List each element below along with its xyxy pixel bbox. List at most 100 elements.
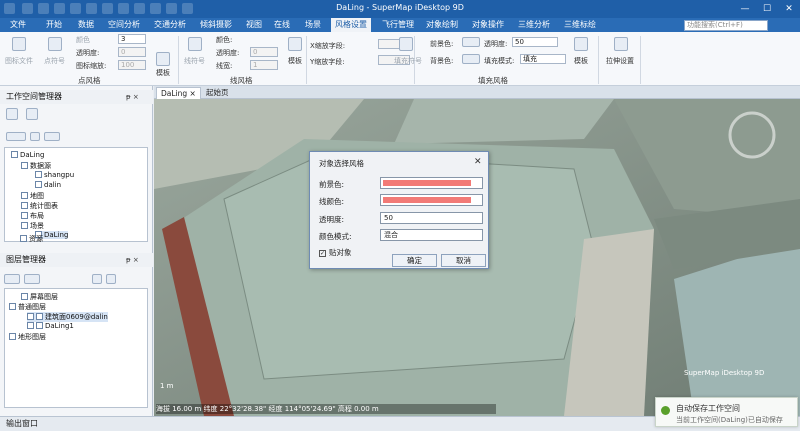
chart-icon (21, 202, 28, 209)
autosave-notification[interactable]: 自动保存工作空间 当前工作空间(DaLing)已自动保存 (655, 397, 798, 427)
cancel-button[interactable]: 取消 (441, 254, 486, 267)
layer-daling1[interactable]: DaLing1 (27, 322, 74, 330)
move-up-icon[interactable] (92, 274, 102, 284)
menu-style-settings[interactable]: 风格设置 (331, 18, 371, 32)
template-icon[interactable] (288, 37, 302, 51)
menu-data[interactable]: 数据 (74, 18, 98, 32)
line-color-picker[interactable] (380, 194, 483, 206)
divider (178, 36, 179, 84)
point-size-input[interactable]: 3 (118, 34, 146, 44)
workspace-tool2-icon[interactable] (26, 108, 38, 120)
tree-item-resources[interactable]: 资源 (20, 234, 43, 244)
line-width-input[interactable]: 1 (250, 60, 278, 70)
menu-spatial-analysis[interactable]: 空间分析 (104, 18, 144, 32)
fore-color-picker-icon[interactable] (462, 37, 480, 47)
layout-icon (21, 212, 28, 219)
tree-item-scenes[interactable]: 场景 (21, 221, 44, 231)
scale-label: 1 m (160, 382, 174, 390)
point-template-button[interactable]: 模板 (156, 68, 170, 78)
line-template-button[interactable]: 模板 (288, 56, 302, 66)
close-button[interactable]: ✕ (778, 0, 800, 18)
stretch-settings-icon[interactable] (614, 37, 628, 51)
menu-view[interactable]: 视图 (242, 18, 266, 32)
fill-transparency-input[interactable]: 50 (512, 37, 558, 47)
point-color-label: 颜色 (76, 36, 90, 44)
tree-item-shangpu[interactable]: shangpu (35, 171, 74, 179)
toast-title: 自动保存工作空间 (676, 404, 740, 413)
tree-item-maps[interactable]: 地图 (21, 191, 44, 201)
menu-3d-plot[interactable]: 三维标绘 (560, 18, 600, 32)
new-icon[interactable] (30, 132, 40, 141)
fore-color-label: 前景色: (430, 40, 454, 48)
tree-item-dalin[interactable]: dalin (35, 181, 61, 189)
dialog-close-button[interactable]: ✕ (474, 157, 482, 167)
transparency-label: 透明度: (319, 215, 345, 224)
point-scale-input[interactable]: 100 (118, 60, 146, 70)
template-icon[interactable] (156, 52, 170, 66)
template-icon[interactable] (574, 37, 588, 51)
menu-oblique[interactable]: 倾斜摄影 (196, 18, 236, 32)
menu-3d-analysis[interactable]: 三维分析 (514, 18, 554, 32)
layer-toolbar-icon[interactable] (4, 274, 20, 284)
eye-icon[interactable] (21, 293, 28, 300)
output-window-tab[interactable]: 输出窗口 (6, 419, 38, 428)
fill-symbol-button[interactable]: 填充符号 (394, 56, 422, 66)
ribbon: 图标文件 点符号 颜色 3 透明度: 0 图标缩放: 100 点风格 模板 线符… (0, 32, 800, 86)
move-down-icon[interactable] (106, 274, 116, 284)
menu-object-operation[interactable]: 对象操作 (468, 18, 508, 32)
dialog-title: 对象选择风格 (319, 159, 364, 168)
point-symbol-button[interactable]: 点符号 (44, 56, 65, 66)
point-style-group-title: 点风格 (78, 76, 101, 85)
menu-online[interactable]: 在线 (270, 18, 294, 32)
workspace-tool-icon[interactable] (6, 108, 18, 120)
fill-template-button[interactable]: 模板 (574, 56, 588, 66)
layer-screen[interactable]: 屏幕图层 (21, 292, 58, 302)
snap-checkbox[interactable]: ✓ 贴对象 (319, 247, 352, 258)
search-icon[interactable] (24, 274, 40, 284)
menu-object-draw[interactable]: 对象绘制 (422, 18, 462, 32)
workspace-tree: DaLing 数据源 shangpu dalin 地图 统计图表 布局 场景 D… (4, 147, 148, 242)
close-icon[interactable]: × (190, 89, 196, 98)
menu-scene[interactable]: 场景 (301, 18, 325, 32)
layer-terrain[interactable]: 地形图层 (9, 332, 46, 342)
search-input[interactable]: 功能搜索(Ctrl+F) (684, 20, 768, 31)
tab-daling[interactable]: DaLing × (156, 87, 201, 99)
color-mode-select[interactable]: 混合 (380, 229, 483, 241)
tree-item-workspace[interactable]: DaLing (11, 151, 44, 159)
eye-icon[interactable] (27, 313, 34, 320)
tree-item-layouts[interactable]: 布局 (21, 211, 44, 221)
panel-pin-close[interactable]: ᵽ × (126, 256, 139, 264)
datasource-icon (35, 171, 42, 178)
line-symbol-button[interactable]: 线符号 (184, 56, 205, 66)
layer-building[interactable]: 建筑面0609@dalin (27, 312, 108, 322)
stretch-settings-button[interactable]: 拉伸设置 (606, 56, 634, 66)
line-transparency-input[interactable]: 0 (250, 47, 278, 57)
search-icon[interactable] (44, 132, 60, 141)
document-tabs: DaLing × 起始页 (154, 86, 800, 99)
menu-file[interactable]: 文件 (6, 18, 30, 32)
point-transparency-input[interactable]: 0 (118, 47, 146, 57)
tree-item-charts[interactable]: 统计图表 (21, 201, 58, 211)
menu-start[interactable]: 开始 (42, 18, 66, 32)
icon-file-icon[interactable] (12, 37, 26, 51)
fill-mode-select[interactable]: 填充 (520, 54, 566, 64)
point-symbol-icon[interactable] (48, 37, 62, 51)
ok-button[interactable]: 确定 (392, 254, 437, 267)
minimize-button[interactable]: — (734, 0, 756, 18)
menu-traffic-analysis[interactable]: 交通分析 (150, 18, 190, 32)
tree-item-datasources[interactable]: 数据源 (21, 161, 51, 171)
workspace-toolbar-icon[interactable] (6, 132, 26, 141)
line-symbol-icon[interactable] (188, 37, 202, 51)
menu-flight[interactable]: 飞行管理 (378, 18, 418, 32)
back-color-picker-icon[interactable] (462, 54, 480, 64)
icon-file-button[interactable]: 图标文件 (5, 56, 33, 66)
fill-symbol-icon[interactable] (399, 37, 413, 51)
fore-color-picker[interactable] (380, 177, 483, 189)
checkmark-icon[interactable]: ✓ (319, 250, 326, 257)
tab-start-page[interactable]: 起始页 (202, 87, 233, 99)
maximize-button[interactable]: ☐ (756, 0, 778, 18)
panel-pin-close[interactable]: ᵽ × (126, 93, 139, 101)
eye-icon[interactable] (27, 322, 34, 329)
transparency-input[interactable]: 50 (380, 212, 483, 224)
layer-normal-group[interactable]: 普通图层 (9, 302, 46, 312)
